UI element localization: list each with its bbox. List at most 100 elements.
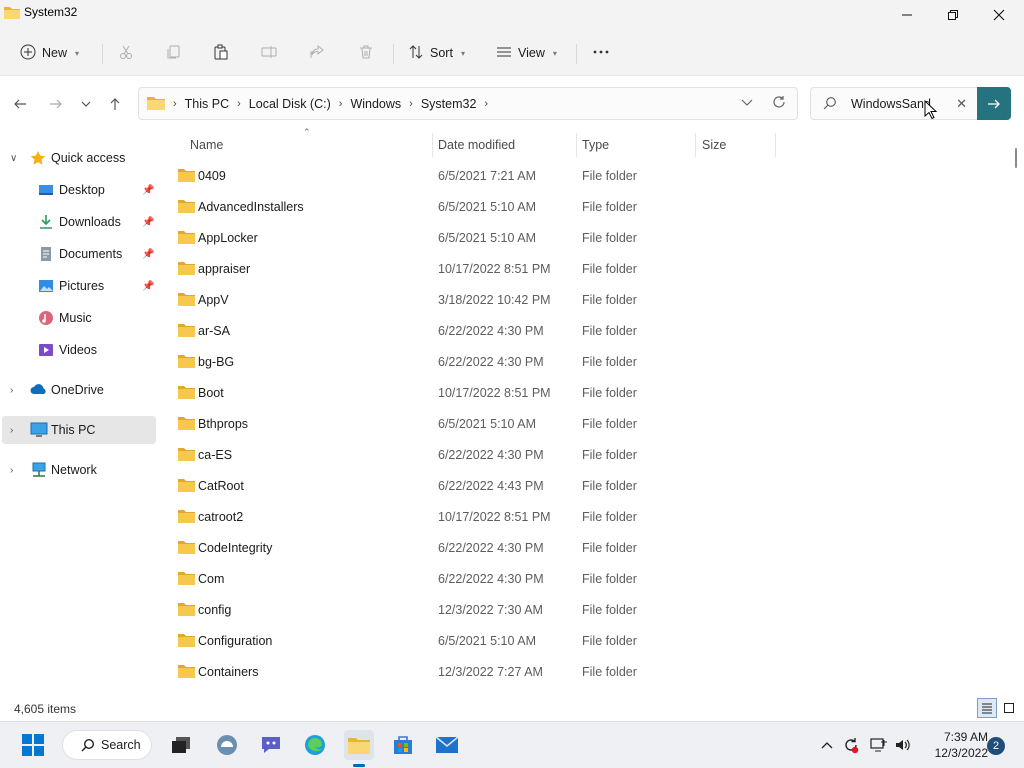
address-history-button[interactable] — [741, 96, 753, 111]
sidebar-item-this-pc[interactable]: › This PC — [2, 416, 156, 444]
chat-button[interactable] — [256, 730, 286, 760]
file-type: File folder — [582, 448, 637, 462]
table-row[interactable]: Bthprops 6/5/2021 5:10 AM File folder — [168, 409, 968, 440]
refresh-button[interactable] — [771, 94, 787, 113]
view-button[interactable]: View ▾ — [496, 38, 557, 68]
file-type: File folder — [582, 293, 637, 307]
file-date: 12/3/2022 7:30 AM — [438, 603, 543, 617]
network-status-icon[interactable] — [870, 736, 888, 754]
taskbar-search-button[interactable]: Search — [62, 730, 152, 760]
sidebar-item-pictures[interactable]: Pictures 📌 — [2, 272, 156, 300]
column-header-name[interactable]: Name — [190, 131, 223, 159]
column-divider[interactable] — [432, 133, 433, 157]
breadcrumb-this-pc[interactable]: This PC — [181, 97, 233, 111]
table-row[interactable]: Containers 12/3/2022 7:27 AM File folder — [168, 657, 968, 688]
table-row[interactable]: Configuration 6/5/2021 5:10 AM File folder — [168, 626, 968, 657]
table-row[interactable]: AppLocker 6/5/2021 5:10 AM File folder — [168, 223, 968, 254]
breadcrumb-local-disk[interactable]: Local Disk (C:) — [245, 97, 335, 111]
table-row[interactable]: 0409 6/5/2021 7:21 AM File folder — [168, 161, 968, 192]
paste-button[interactable] — [213, 38, 229, 68]
rename-button[interactable] — [261, 38, 277, 68]
chevron-right-icon[interactable]: › — [335, 98, 347, 110]
forward-button[interactable] — [44, 92, 68, 116]
sidebar-item-documents[interactable]: Documents 📌 — [2, 240, 156, 268]
minimize-button[interactable] — [884, 0, 930, 30]
file-explorer-button[interactable] — [344, 730, 374, 760]
large-icons-view-button[interactable] — [999, 698, 1019, 718]
search-input[interactable]: WindowsSand ✕ — [810, 87, 978, 120]
chevron-right-icon[interactable]: › — [480, 98, 492, 110]
column-header-date[interactable]: Date modified — [438, 131, 515, 159]
details-view-icon — [982, 703, 992, 714]
address-bar[interactable]: › This PC › Local Disk (C:) › Windows › … — [138, 87, 798, 120]
widgets-button[interactable] — [212, 730, 242, 760]
column-header-type[interactable]: Type — [582, 131, 609, 159]
breadcrumb-windows[interactable]: Windows — [346, 97, 405, 111]
sidebar-item-quick-access[interactable]: ∨ Quick access — [2, 144, 156, 172]
mouse-cursor-icon — [924, 99, 938, 123]
copy-button[interactable] — [166, 38, 182, 68]
table-row[interactable]: AppV 3/18/2022 10:42 PM File folder — [168, 285, 968, 316]
sidebar-item-music[interactable]: Music — [2, 304, 156, 332]
table-row[interactable]: AdvancedInstallers 6/5/2021 5:10 AM File f… — [168, 192, 968, 223]
sidebar-item-network[interactable]: › Network — [2, 456, 156, 484]
recent-locations-button[interactable] — [74, 92, 98, 116]
sidebar-item-downloads[interactable]: Downloads 📌 — [2, 208, 156, 236]
table-row[interactable]: catroot2 10/17/2022 8:51 PM File folder — [168, 502, 968, 533]
breadcrumb: › This PC › Local Disk (C:) › Windows › … — [147, 88, 492, 119]
chevron-right-icon[interactable]: › — [405, 98, 417, 110]
new-button[interactable]: New ▾ — [20, 38, 79, 68]
chevron-right-icon[interactable]: › — [10, 385, 13, 396]
clock[interactable]: 7:39 AM 12/3/2022 — [918, 729, 988, 761]
table-row[interactable]: config 12/3/2022 7:30 AM File folder — [168, 595, 968, 626]
notification-badge[interactable]: 2 — [987, 737, 1005, 755]
search-go-button[interactable] — [977, 87, 1011, 120]
delete-button[interactable] — [358, 38, 374, 68]
volume-icon[interactable] — [894, 736, 912, 754]
table-row[interactable]: Com 6/22/2022 4:30 PM File folder — [168, 564, 968, 595]
table-row[interactable]: bg-BG 6/22/2022 4:30 PM File folder — [168, 347, 968, 378]
chevron-down-icon[interactable]: ∨ — [10, 153, 17, 164]
vertical-scrollbar[interactable] — [1012, 140, 1020, 690]
up-button[interactable] — [103, 92, 127, 116]
store-button[interactable] — [388, 730, 418, 760]
chevron-right-icon[interactable]: › — [10, 465, 13, 476]
cut-button[interactable] — [118, 38, 134, 68]
maximize-button[interactable] — [930, 0, 976, 30]
folder-icon — [178, 478, 195, 495]
breadcrumb-system32[interactable]: System32 — [417, 97, 481, 111]
mail-button[interactable] — [432, 730, 462, 760]
update-status-icon[interactable] — [842, 736, 860, 754]
file-name: ca-ES — [198, 448, 233, 462]
column-divider[interactable] — [775, 133, 776, 157]
show-hidden-icons-button[interactable] — [818, 736, 836, 754]
start-button[interactable] — [18, 730, 48, 760]
sidebar-item-onedrive[interactable]: › OneDrive — [2, 376, 156, 404]
table-row[interactable]: ca-ES 6/22/2022 4:30 PM File folder — [168, 440, 968, 471]
clear-search-button[interactable]: ✕ — [956, 96, 967, 112]
table-row[interactable]: CatRoot 6/22/2022 4:43 PM File folder — [168, 471, 968, 502]
table-row[interactable]: CodeIntegrity 6/22/2022 4:30 PM File folde… — [168, 533, 968, 564]
chevron-right-icon[interactable]: › — [10, 425, 13, 436]
sidebar-item-desktop[interactable]: Desktop 📌 — [2, 176, 156, 204]
details-view-button[interactable] — [977, 698, 997, 718]
column-divider[interactable] — [695, 133, 696, 157]
table-row[interactable]: ar-SA 6/22/2022 4:30 PM File folder — [168, 316, 968, 347]
sidebar-item-videos[interactable]: Videos — [2, 336, 156, 364]
search-icon — [81, 738, 95, 752]
more-options-button[interactable] — [592, 38, 610, 68]
share-button[interactable] — [309, 38, 325, 68]
table-row[interactable]: appraiser 10/17/2022 8:51 PM File folder — [168, 254, 968, 285]
back-button[interactable] — [8, 92, 32, 116]
column-header-size[interactable]: Size — [702, 131, 726, 159]
edge-browser-button[interactable] — [300, 730, 330, 760]
sidebar-item-label: Downloads — [59, 215, 121, 229]
scrollbar-thumb[interactable] — [1015, 148, 1017, 168]
column-divider[interactable] — [576, 133, 577, 157]
task-view-button[interactable] — [166, 730, 196, 760]
clipboard-icon — [213, 44, 229, 63]
chevron-right-icon[interactable]: › — [233, 98, 245, 110]
close-button[interactable] — [976, 0, 1022, 30]
sort-button[interactable]: Sort ▾ — [408, 38, 465, 68]
table-row[interactable]: Boot 10/17/2022 8:51 PM File folder — [168, 378, 968, 409]
